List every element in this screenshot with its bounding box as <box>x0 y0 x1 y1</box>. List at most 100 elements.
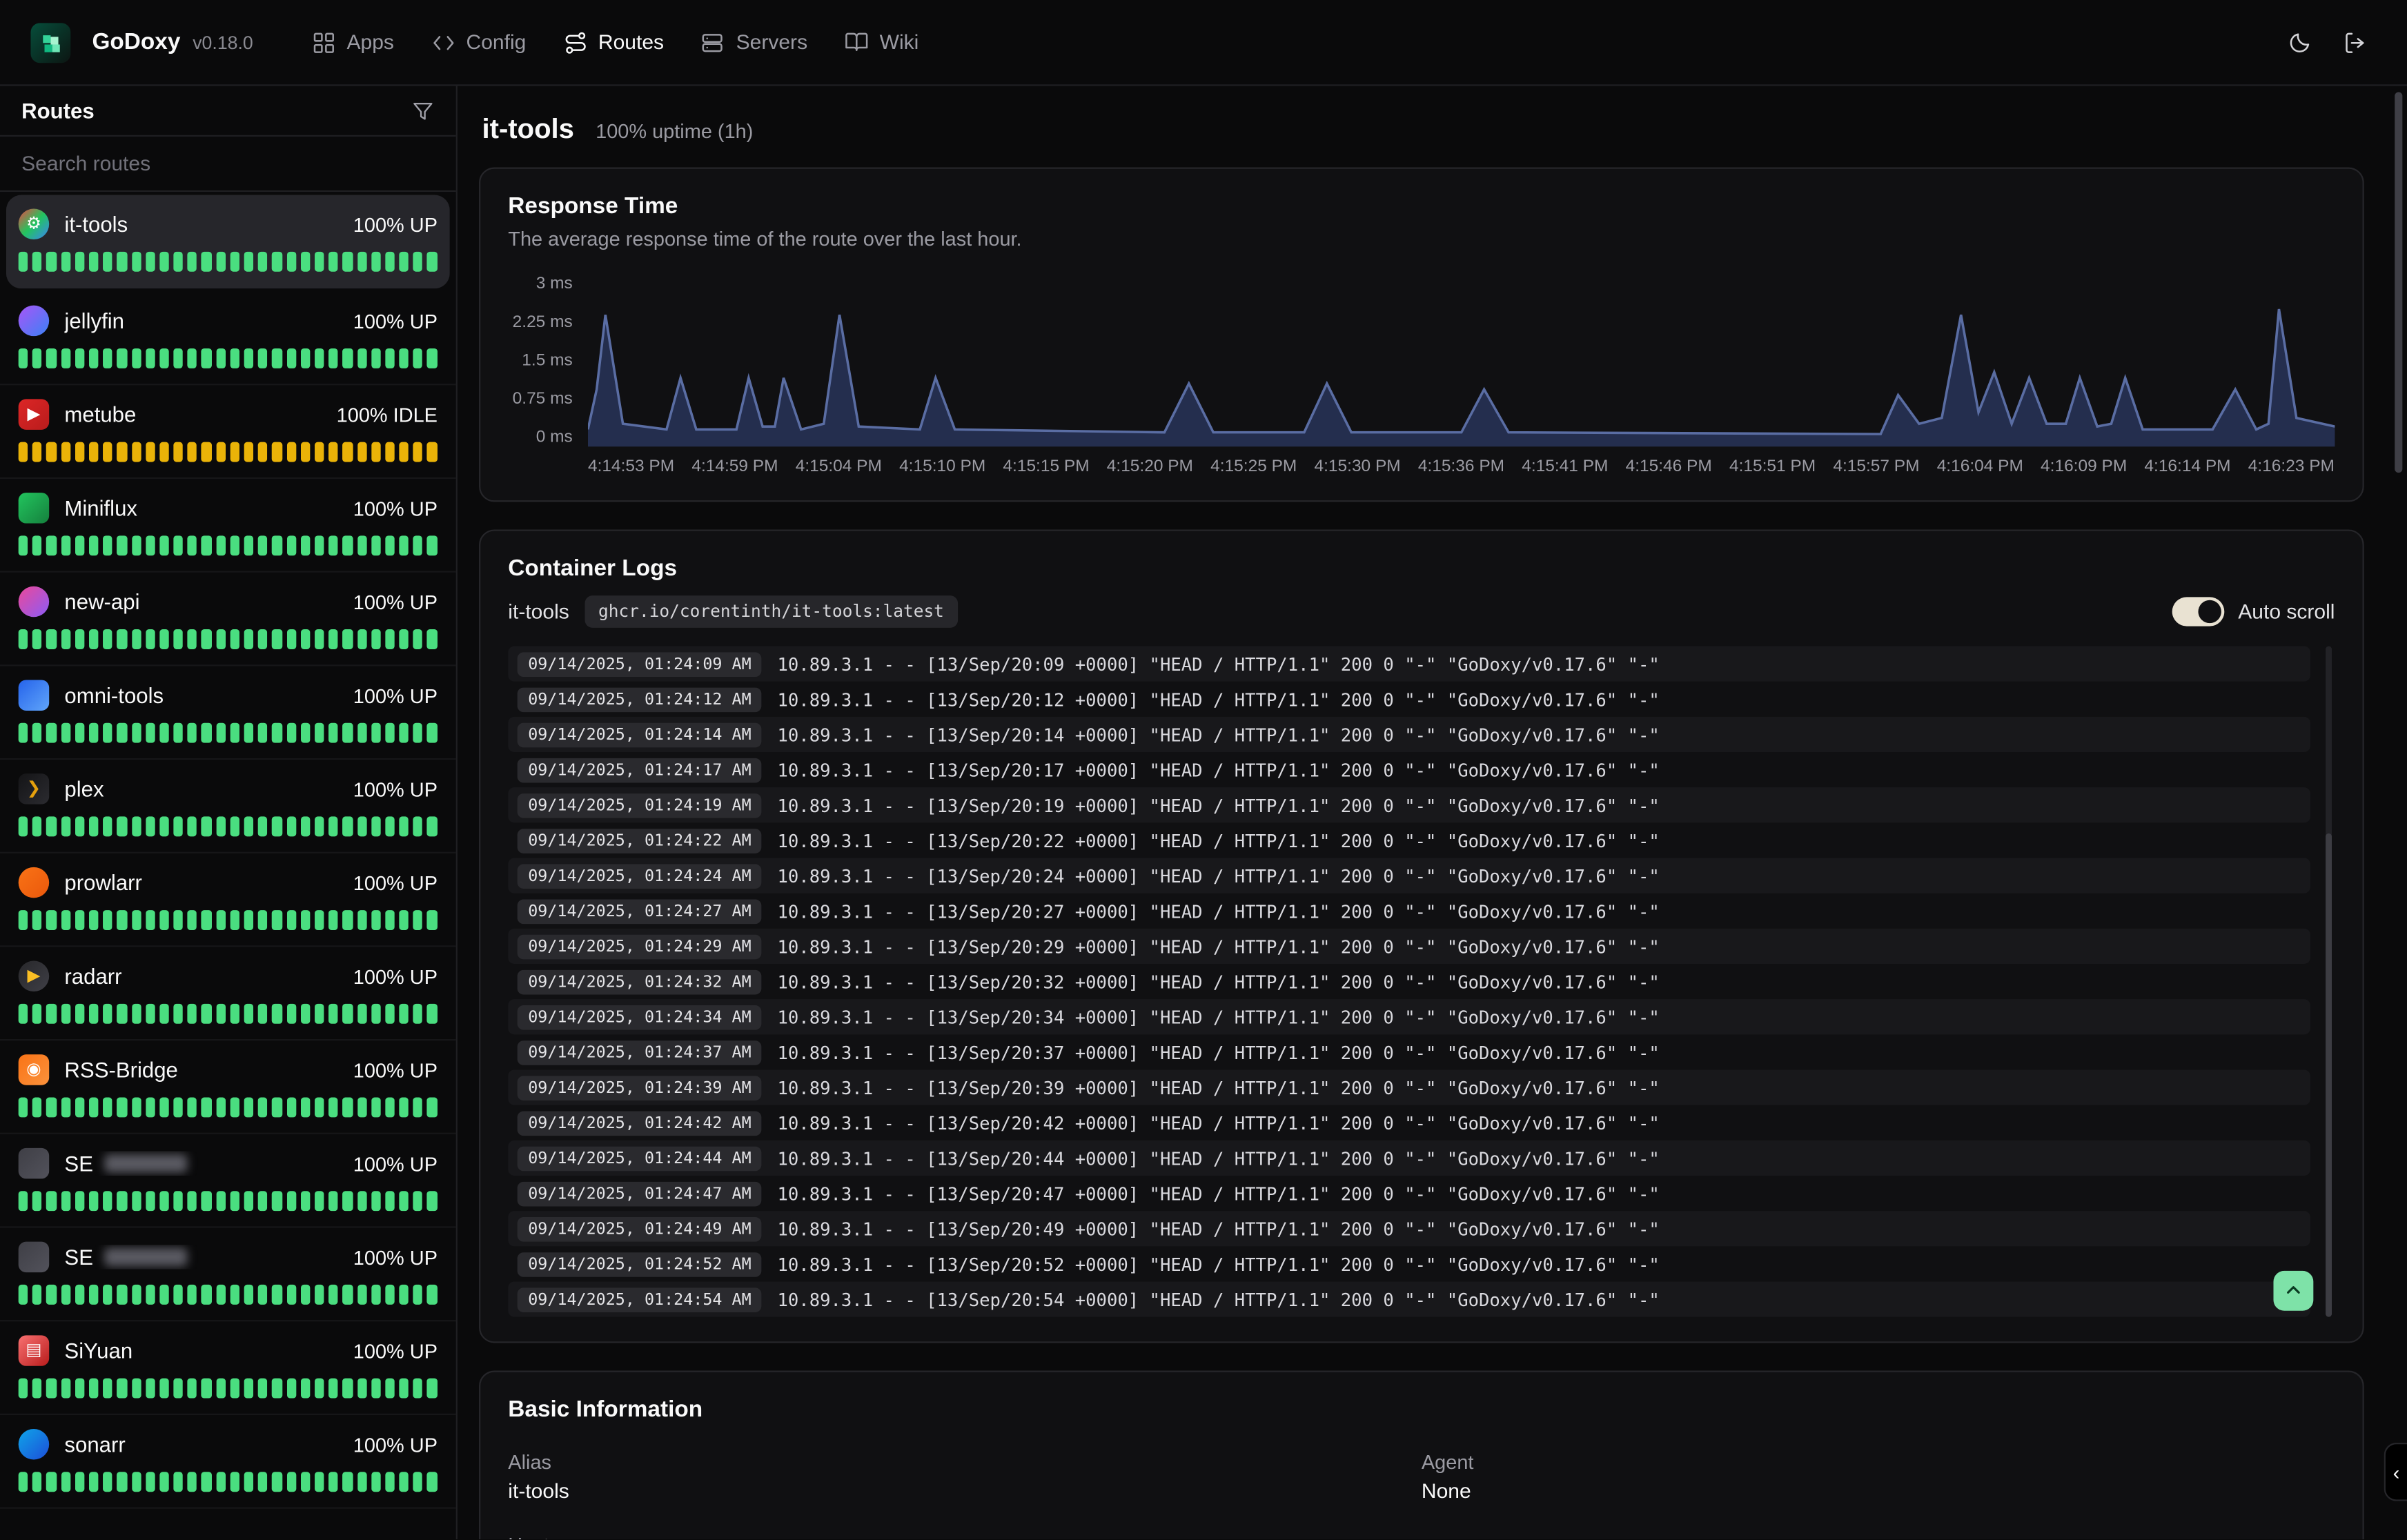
nav-item-label: Config <box>466 30 527 53</box>
uptime-bar <box>328 816 338 836</box>
uptime-bar <box>159 910 169 930</box>
info-field-value: None <box>1422 1479 2335 1502</box>
uptime-bar <box>32 535 42 555</box>
uptime-bar <box>328 1379 338 1399</box>
uptime-bar <box>103 1379 112 1399</box>
uptime-bar <box>61 442 70 462</box>
route-item-new-api[interactable]: new-api100% UP <box>0 573 456 667</box>
route-name: new-api <box>64 589 337 614</box>
uptime-bar <box>357 1098 366 1118</box>
uptime-bar <box>131 1004 141 1024</box>
log-scrollbar-thumb[interactable] <box>2326 834 2332 1317</box>
uptime-bar <box>47 1004 57 1024</box>
basic-information-title: Basic Information <box>508 1396 2335 1423</box>
route-item-siyuan[interactable]: ▤SiYuan100% UP <box>0 1321 456 1415</box>
uptime-bar <box>75 1098 84 1118</box>
uptime-bar <box>244 1004 254 1024</box>
filter-icon[interactable] <box>411 99 434 121</box>
uptime-bar <box>371 1098 381 1118</box>
route-item-rss-bridge[interactable]: ◉RSS-Bridge100% UP <box>0 1040 456 1134</box>
route-item-se-10[interactable]: SE100% UP <box>0 1134 456 1228</box>
nav-item-wiki[interactable]: Wiki <box>829 21 934 63</box>
route-list: ⚙it-tools100% UPjellyfin100% UP▶metube10… <box>0 192 456 1539</box>
log-message: 10.89.3.1 - - [13/Sep/20:27 +0000] "HEAD… <box>778 900 1660 922</box>
uptime-bar <box>202 1098 211 1118</box>
route-icon-se <box>19 1242 49 1272</box>
uptime-bar <box>315 1472 324 1492</box>
route-item-omni-tools[interactable]: omni-tools100% UP <box>0 666 456 760</box>
brand-name: GoDoxy <box>92 29 180 55</box>
uptime-bar <box>159 1379 169 1399</box>
search-routes-input[interactable] <box>0 137 456 190</box>
route-status: 100% UP <box>353 684 438 707</box>
theme-toggle-moon-icon[interactable] <box>2288 30 2312 55</box>
nav-item-apps[interactable]: Apps <box>296 21 409 63</box>
route-item-jellyfin[interactable]: jellyfin100% UP <box>0 292 456 386</box>
uptime-bar <box>315 535 324 555</box>
uptime-bar <box>385 1004 395 1024</box>
route-icon-rss-bridge: ◉ <box>19 1054 49 1085</box>
uptime-bar <box>427 442 437 462</box>
uptime-bar <box>89 1004 99 1024</box>
uptime-bar <box>61 1098 70 1118</box>
panel-collapse-tab[interactable]: ‹ <box>2384 1443 2407 1501</box>
uptime-bar <box>89 1285 99 1305</box>
uptime-bar <box>343 1004 353 1024</box>
uptime-bar <box>131 535 141 555</box>
uptime-bar <box>371 629 381 649</box>
route-icon-sonarr <box>19 1429 49 1459</box>
scroll-to-top-button[interactable] <box>2273 1271 2313 1311</box>
route-item-metube[interactable]: ▶metube100% IDLE <box>0 385 456 479</box>
log-message: 10.89.3.1 - - [13/Sep/20:49 +0000] "HEAD… <box>778 1218 1660 1239</box>
uptime-bar <box>427 1285 437 1305</box>
route-item-it-tools[interactable]: ⚙it-tools100% UP <box>6 195 450 289</box>
route-item-sonarr[interactable]: sonarr100% UP <box>0 1415 456 1509</box>
log-message: 10.89.3.1 - - [13/Sep/20:19 +0000] "HEAD… <box>778 794 1660 816</box>
uptime-bar <box>427 816 437 836</box>
route-item-radarr[interactable]: ▶radarr100% UP <box>0 947 456 1041</box>
log-row: 09/14/2025, 01:24:14 AM10.89.3.1 - - [13… <box>508 717 2310 752</box>
autoscroll-toggle[interactable] <box>2172 597 2225 626</box>
uptime-bar <box>230 1472 239 1492</box>
response-time-card: Response Time The average response time … <box>479 167 2364 502</box>
uptime-bar <box>244 442 254 462</box>
uptime-bar <box>32 1098 42 1118</box>
container-image-badge: ghcr.io/corentinth/it-tools:latest <box>584 595 958 628</box>
uptime-bar <box>413 1472 423 1492</box>
route-item-plex[interactable]: ❯plex100% UP <box>0 760 456 853</box>
uptime-bar <box>230 348 239 368</box>
route-item-se-11[interactable]: SE100% UP <box>0 1228 456 1322</box>
uptime-bar <box>202 1379 211 1399</box>
route-icon-miniflux <box>19 493 49 523</box>
log-timestamp-badge: 09/14/2025, 01:24:52 AM <box>518 1252 763 1276</box>
uptime-bar <box>371 1379 381 1399</box>
route-item-miniflux[interactable]: Miniflux100% UP <box>0 479 456 573</box>
main-scrollbar-thumb[interactable] <box>2395 92 2402 473</box>
nav-item-servers[interactable]: Servers <box>685 21 823 63</box>
logout-icon[interactable] <box>2343 30 2368 55</box>
log-row: 09/14/2025, 01:24:42 AM10.89.3.1 - - [13… <box>508 1105 2310 1141</box>
uptime-bar <box>47 252 57 272</box>
uptime-bar <box>300 442 310 462</box>
uptime-bar <box>61 910 70 930</box>
route-name: jellyfin <box>64 308 337 333</box>
uptime-bar <box>315 1285 324 1305</box>
uptime-bar <box>202 1472 211 1492</box>
uptime-bar <box>328 1472 338 1492</box>
uptime-bar <box>230 816 239 836</box>
log-scrollbar[interactable] <box>2326 646 2332 1317</box>
uptime-bar <box>385 252 395 272</box>
nav-item-config[interactable]: Config <box>415 21 541 63</box>
uptime-bar <box>216 1098 226 1118</box>
x-tick-label: 4:15:10 PM <box>899 457 985 476</box>
nav-item-routes[interactable]: Routes <box>547 21 679 63</box>
uptime-bar <box>146 348 155 368</box>
uptime-bar <box>385 1285 395 1305</box>
uptime-bar <box>413 1285 423 1305</box>
x-tick-label: 4:14:59 PM <box>691 457 778 476</box>
uptime-bar <box>400 1285 409 1305</box>
uptime-bar <box>385 442 395 462</box>
route-item-prowlarr[interactable]: prowlarr100% UP <box>0 853 456 947</box>
uptime-bar <box>89 442 99 462</box>
uptime-bar <box>19 723 28 743</box>
